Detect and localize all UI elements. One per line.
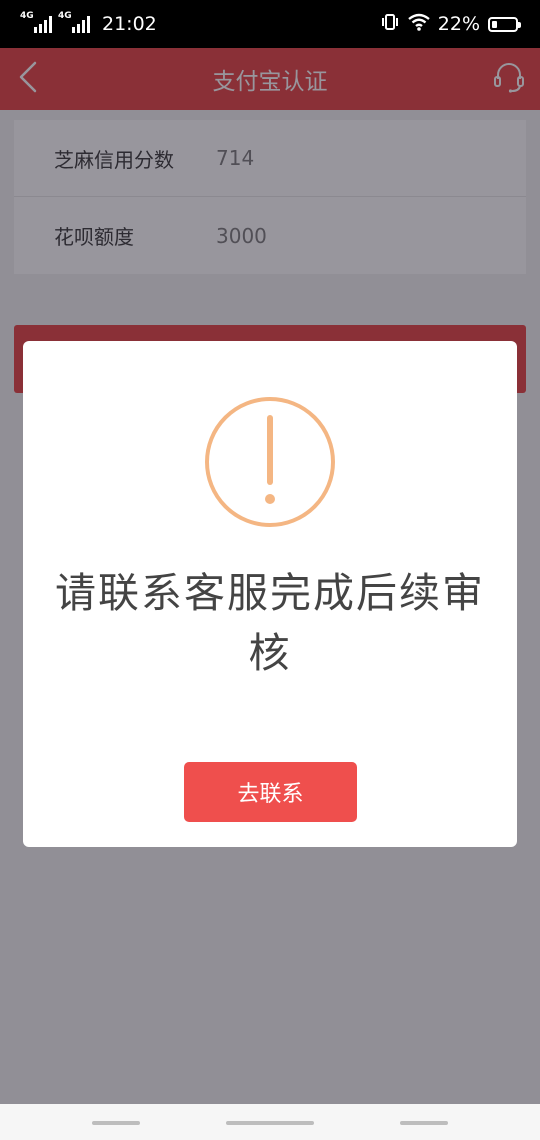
sim1-network-label: 4G bbox=[20, 11, 34, 21]
wifi-icon bbox=[408, 13, 430, 36]
sim2-signal-icon: 4G bbox=[58, 11, 90, 33]
sim2-network-label: 4G bbox=[58, 11, 72, 21]
battery-percent: 22% bbox=[437, 13, 480, 35]
status-bar: 4G 4G 21:02 22% bbox=[0, 0, 540, 48]
battery-fill bbox=[492, 20, 497, 28]
status-left: 4G 4G 21:02 bbox=[20, 11, 157, 35]
dialog-message: 请联系客服完成后续审核 bbox=[55, 569, 485, 677]
nav-home-handle[interactable] bbox=[226, 1121, 314, 1125]
nav-back-handle[interactable] bbox=[400, 1121, 448, 1125]
nav-menu-handle[interactable] bbox=[92, 1121, 140, 1125]
sim1-signal-icon: 4G bbox=[20, 11, 52, 33]
exclamation-circle-icon bbox=[204, 396, 336, 528]
contact-button[interactable]: 去联系 bbox=[184, 762, 357, 822]
system-nav-bar bbox=[0, 1104, 540, 1140]
status-right: 22% bbox=[380, 12, 521, 37]
battery-icon bbox=[488, 16, 521, 32]
vibrate-icon bbox=[380, 12, 400, 37]
alert-dialog: 请联系客服完成后续审核 去联系 bbox=[23, 341, 517, 847]
status-time: 21:02 bbox=[102, 13, 157, 35]
